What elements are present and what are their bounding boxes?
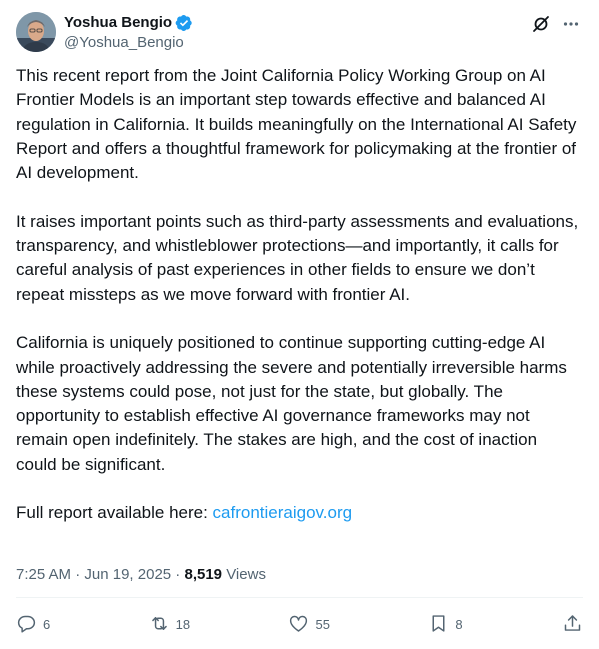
tweet-time[interactable]: 7:25 AM [16, 566, 71, 583]
meta-separator: · [71, 566, 85, 583]
report-prefix: Full report available here: [16, 503, 213, 523]
author-name[interactable]: Yoshua Bengio [64, 13, 172, 32]
reply-button[interactable]: 6 [16, 613, 50, 637]
reply-icon [16, 613, 37, 637]
author-name-row: Yoshua Bengio [64, 13, 193, 32]
avatar[interactable] [16, 12, 56, 52]
reply-count: 6 [43, 617, 51, 632]
report-link[interactable]: cafrontieraigov.org [213, 503, 353, 522]
report-line: Full report available here: cafrontierai… [16, 501, 582, 525]
heart-icon [288, 613, 309, 637]
share-button[interactable] [561, 613, 583, 637]
repost-icon [149, 613, 170, 637]
tweet-paragraph: This recent report from the Joint Califo… [16, 66, 577, 183]
action-bar: 6 18 55 8 [16, 610, 583, 640]
repost-button[interactable]: 18 [149, 613, 190, 637]
top-actions [529, 12, 583, 36]
bookmark-button[interactable]: 8 [428, 613, 463, 637]
repost-count: 18 [175, 617, 191, 632]
bookmark-count: 8 [455, 617, 463, 632]
author-handle[interactable]: @Yoshua_Bengio [64, 33, 193, 52]
tweet-paragraph: California is uniquely positioned to con… [16, 333, 567, 474]
meta-separator: · [171, 566, 185, 583]
divider [16, 597, 583, 598]
like-button[interactable]: 55 [288, 613, 330, 637]
tweet-body: This recent report from the Joint Califo… [16, 64, 582, 526]
like-count: 55 [315, 617, 330, 632]
verified-badge-icon[interactable] [175, 14, 193, 32]
tweet-date[interactable]: Jun 19, 2025 [84, 566, 171, 583]
tweet-meta: 7:25 AM · Jun 19, 2025 · 8,519 Views [16, 565, 266, 584]
bookmark-icon [428, 613, 449, 637]
tweet: Yoshua Bengio @Yoshua_Bengio This recent… [0, 0, 599, 649]
views-label: Views [222, 566, 266, 583]
tweet-paragraph: It raises important points such as third… [16, 211, 579, 304]
more-icon[interactable] [559, 12, 583, 36]
share-icon [562, 613, 583, 637]
author-info: Yoshua Bengio @Yoshua_Bengio [64, 13, 193, 52]
views-count: 8,519 [184, 566, 223, 583]
grok-icon[interactable] [529, 12, 553, 36]
